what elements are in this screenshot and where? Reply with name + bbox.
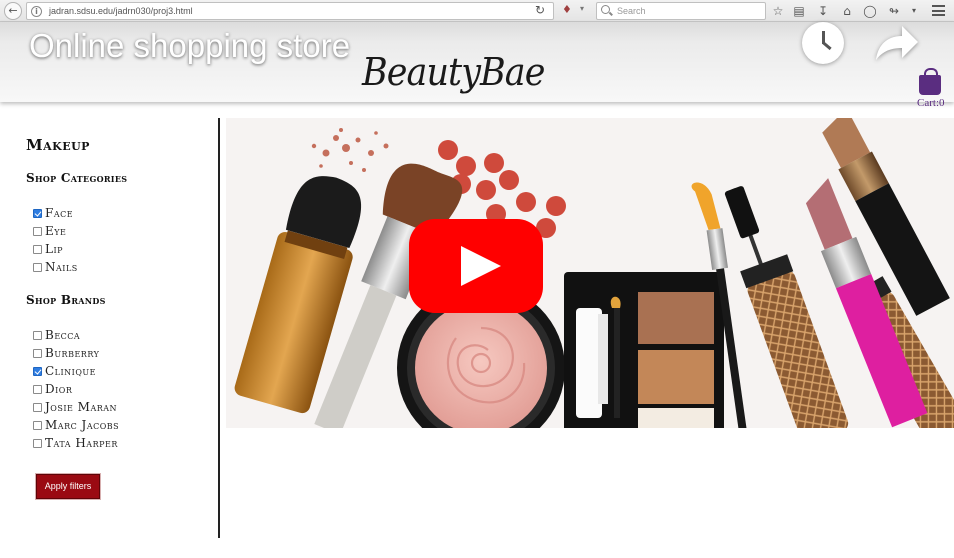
- filter-brand-burberry[interactable]: Burberry: [33, 346, 99, 360]
- browser-toolbar: ← i jadran.sdsu.edu/jadrn030/proj3.html …: [0, 0, 954, 22]
- back-icon[interactable]: ←: [4, 2, 22, 20]
- filter-brand-marc-jacobs[interactable]: Marc Jacobs: [33, 418, 119, 432]
- reload-icon[interactable]: ↻: [535, 3, 545, 17]
- checkbox[interactable]: [33, 420, 42, 430]
- search-bar[interactable]: Search: [596, 2, 766, 20]
- brands-heading: Shop Brands: [26, 293, 106, 307]
- screen: ← i jadran.sdsu.edu/jadrn030/proj3.html …: [0, 0, 954, 558]
- pocket-icon[interactable]: ◯: [862, 3, 878, 19]
- sidebar-heading: Makeup: [26, 136, 90, 154]
- hero-banner-image: [226, 118, 954, 428]
- filter-category-eye[interactable]: Eye: [33, 224, 66, 238]
- filter-label: Face: [45, 206, 74, 220]
- filter-label: Lip: [45, 242, 64, 256]
- categories-heading: Shop Categories: [26, 171, 128, 185]
- address-bar[interactable]: i jadran.sdsu.edu/jadrn030/proj3.html: [26, 2, 554, 20]
- video-title[interactable]: Online shopping store: [29, 27, 350, 65]
- bookmark-star-icon[interactable]: ☆: [770, 3, 786, 19]
- search-placeholder: Search: [617, 6, 646, 16]
- checkbox[interactable]: [33, 262, 42, 272]
- cart-count[interactable]: Cart:0: [917, 97, 945, 109]
- extension-dropdown-icon[interactable]: ▾: [580, 4, 584, 13]
- home-icon[interactable]: ⌂: [839, 3, 855, 19]
- search-icon: [601, 5, 610, 14]
- filter-category-face[interactable]: Face: [33, 206, 73, 220]
- filter-brand-becca[interactable]: Becca: [33, 328, 80, 342]
- filter-label: Eye: [45, 224, 67, 238]
- filter-category-lip[interactable]: Lip: [33, 242, 63, 256]
- overflow-arrow-icon[interactable]: ▾: [906, 3, 922, 19]
- share-arrow-icon[interactable]: [872, 22, 920, 66]
- filter-label: Marc Jacobs: [45, 418, 120, 432]
- checkbox[interactable]: [33, 402, 42, 412]
- filter-label: Burberry: [45, 346, 100, 360]
- filter-sidebar: Makeup Shop Categories Face Eye Lip Nail…: [0, 118, 218, 558]
- checkbox[interactable]: [33, 366, 42, 376]
- download-icon[interactable]: ↧: [815, 3, 831, 19]
- checkbox[interactable]: [33, 438, 42, 448]
- addon-icon[interactable]: ↬: [886, 3, 902, 19]
- clock-icon[interactable]: [802, 22, 844, 64]
- filter-brand-clinique[interactable]: Clinique: [33, 364, 96, 378]
- filter-label: Becca: [45, 328, 81, 342]
- filter-brand-dior[interactable]: Dior: [33, 382, 72, 396]
- checkbox[interactable]: [33, 226, 42, 236]
- info-icon[interactable]: i: [31, 6, 42, 17]
- hamburger-menu-icon[interactable]: [932, 5, 945, 16]
- checkbox[interactable]: [33, 384, 42, 394]
- apply-filters-button[interactable]: Apply filters: [36, 474, 100, 499]
- filter-brand-tata-harper[interactable]: Tata Harper: [33, 436, 118, 450]
- site-logo[interactable]: BeautyBae: [362, 50, 545, 94]
- filter-brand-josie-maran[interactable]: Josie Maran: [33, 400, 117, 414]
- filter-label: Josie Maran: [45, 400, 118, 414]
- filter-label: Clinique: [45, 364, 96, 378]
- shopping-bag-icon[interactable]: [919, 68, 941, 95]
- reading-list-icon[interactable]: ▤: [791, 3, 807, 19]
- extension-icon[interactable]: ♦: [562, 3, 576, 17]
- filter-label: Tata Harper: [45, 436, 118, 450]
- play-button-icon[interactable]: [409, 219, 543, 313]
- checkbox[interactable]: [33, 208, 42, 218]
- checkbox[interactable]: [33, 330, 42, 340]
- filter-label: Dior: [45, 382, 73, 396]
- filter-category-nails[interactable]: Nails: [33, 260, 78, 274]
- checkbox[interactable]: [33, 244, 42, 254]
- checkbox[interactable]: [33, 348, 42, 358]
- url-text: jadran.sdsu.edu/jadrn030/proj3.html: [49, 6, 193, 16]
- filter-label: Nails: [45, 260, 78, 274]
- sidebar-divider: [218, 118, 220, 538]
